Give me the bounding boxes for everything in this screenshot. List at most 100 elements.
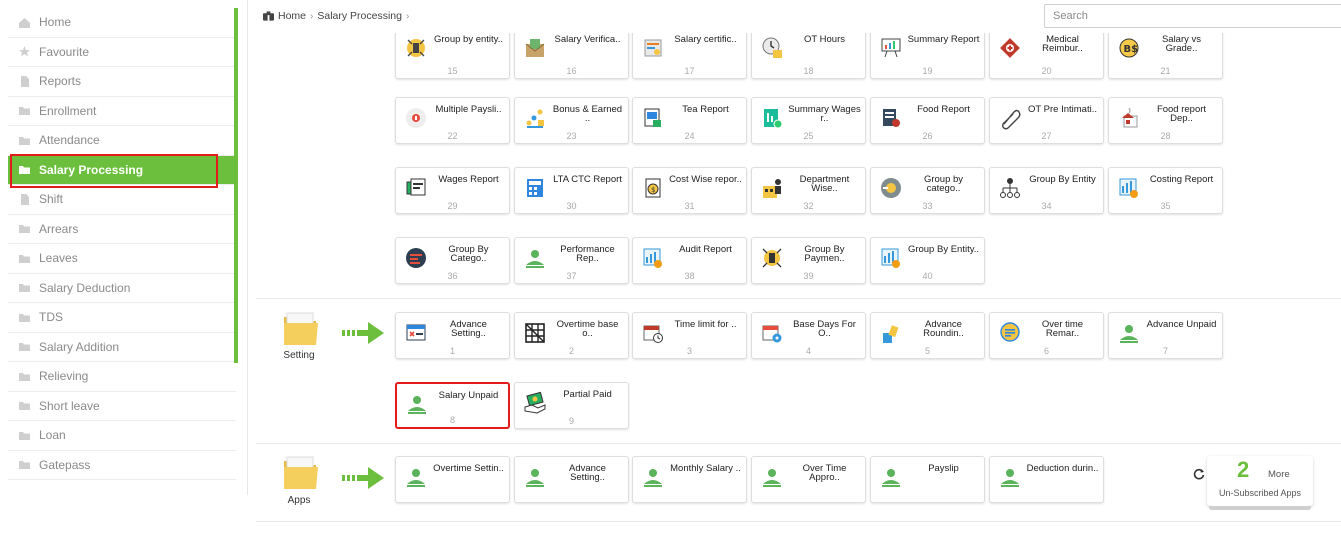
tile-number: 33 bbox=[922, 201, 933, 211]
folder-icon bbox=[19, 343, 30, 352]
tile-group-by-entity[interactable]: Group by entity.. 15 bbox=[395, 27, 510, 79]
calendar-gear-icon bbox=[760, 321, 784, 345]
tile-lta-ctc-report[interactable]: LTA CTC Report 30 bbox=[514, 167, 629, 214]
sidebar-item-label: Relieving bbox=[39, 369, 89, 384]
tile-tea-report[interactable]: Tea Report 24 bbox=[632, 97, 747, 144]
sidebar-item-gatepass[interactable]: Gatepass bbox=[8, 451, 236, 480]
tile-number: 7 bbox=[1162, 346, 1168, 356]
tile-number: 30 bbox=[566, 201, 577, 211]
tile-advance-setting[interactable]: Advance Setting.. bbox=[514, 456, 629, 503]
tile-advance-setting[interactable]: Advance Setting.. 1 bbox=[395, 312, 510, 359]
tile-label: Overtime Settin.. bbox=[433, 463, 504, 474]
tile-group-by-paymen[interactable]: Group By Paymen.. 39 bbox=[751, 237, 866, 284]
search-input[interactable] bbox=[1044, 4, 1341, 28]
tile-advance-roundin[interactable]: Advance Roundin.. 5 bbox=[870, 312, 985, 359]
tile-multiple-paysli[interactable]: Multiple Paysli.. 22 bbox=[395, 97, 510, 144]
tile-partial-paid[interactable]: Partial Paid 9 bbox=[514, 382, 629, 429]
apps-folder-icon[interactable] bbox=[281, 455, 321, 493]
folder-icon bbox=[19, 136, 30, 145]
setting-group-label: Setting bbox=[283, 350, 315, 361]
sidebar-item-reports[interactable]: Reports bbox=[8, 67, 236, 97]
sidebar-item-arrears[interactable]: Arrears bbox=[8, 215, 236, 244]
tile-overtime-settin[interactable]: Overtime Settin.. bbox=[395, 456, 510, 503]
sidebar-item-leaves[interactable]: Leaves bbox=[8, 244, 236, 274]
tile-group-by-catego[interactable]: Group By Catego.. 36 bbox=[395, 237, 510, 284]
tile-label: Tea Report bbox=[682, 104, 729, 115]
tile-number: 22 bbox=[447, 131, 458, 141]
tile-monthly-salary[interactable]: Monthly Salary .. bbox=[632, 456, 747, 503]
tile-number: 24 bbox=[684, 131, 695, 141]
tile-label: Base Days For O.. bbox=[793, 319, 856, 339]
breadcrumb-home[interactable]: Home bbox=[278, 10, 306, 22]
tile-wages-report[interactable]: Wages Report 29 bbox=[395, 167, 510, 214]
sidebar-item-salary-deduction[interactable]: Salary Deduction bbox=[8, 274, 236, 303]
home-icon[interactable] bbox=[263, 11, 274, 21]
tile-number: 32 bbox=[803, 201, 814, 211]
tile-salary-unpaid[interactable]: Salary Unpaid 8 bbox=[395, 382, 510, 429]
sidebar-item-relieving[interactable]: Relieving bbox=[8, 362, 236, 392]
sidebar-item-short-leave[interactable]: Short leave bbox=[8, 392, 236, 421]
sidebar-item-salary-addition[interactable]: Salary Addition bbox=[8, 333, 236, 362]
tile-number: 20 bbox=[1041, 66, 1052, 76]
tile-advance-unpaid[interactable]: Advance Unpaid 7 bbox=[1108, 312, 1223, 359]
sidebar-item-enrollment[interactable]: Enrollment bbox=[8, 97, 236, 126]
tile-summary-report[interactable]: Summary Report 19 bbox=[870, 27, 985, 79]
tile-audit-report[interactable]: Audit Report 38 bbox=[632, 237, 747, 284]
sidebar-item-favourite[interactable]: Favourite bbox=[8, 38, 236, 67]
sidebar-item-attendance[interactable]: Attendance bbox=[8, 126, 236, 156]
tile-number: 6 bbox=[1043, 346, 1049, 356]
sidebar-item-label: Favourite bbox=[39, 44, 90, 59]
tile-payslip[interactable]: Payslip bbox=[870, 456, 985, 503]
tile-label: Deduction durin.. bbox=[1026, 463, 1099, 474]
tile-department-wise[interactable]: Department Wise.. 32 bbox=[751, 167, 866, 214]
tile-salary-vs-grade[interactable]: B$ Salary vs Grade.. 21 bbox=[1108, 27, 1223, 79]
tile-deduction-durin[interactable]: Deduction durin.. bbox=[989, 456, 1104, 503]
tile-over-time-remar[interactable]: Over time Remar.. 6 bbox=[989, 312, 1104, 359]
tile-medical-reimbur[interactable]: Medical Reimbur.. 20 bbox=[989, 27, 1104, 79]
person-icon bbox=[523, 246, 547, 270]
tile-number: 8 bbox=[449, 415, 455, 425]
setting-folder-icon[interactable] bbox=[281, 311, 321, 349]
tile-overtime-base-o[interactable]: Overtime base o.. 2 bbox=[514, 312, 629, 359]
tile-label: Food report Dep.. bbox=[1156, 104, 1207, 124]
tile-group-by-catego[interactable]: Group by catego.. 33 bbox=[870, 167, 985, 214]
tile-number: 29 bbox=[447, 201, 458, 211]
wages-summary-icon bbox=[760, 106, 784, 130]
more-apps-card[interactable]: 2 More Un-Subscribed Apps bbox=[1207, 456, 1313, 510]
tile-label: Over time Remar.. bbox=[1041, 319, 1084, 339]
sidebar-item-home[interactable]: Home bbox=[8, 8, 236, 38]
tile-label: Advance Unpaid bbox=[1146, 319, 1217, 330]
sidebar-item-shift[interactable]: Shift bbox=[8, 185, 236, 215]
cost-icon: $ bbox=[641, 176, 665, 200]
tile-ot-hours[interactable]: OT Hours 18 bbox=[751, 27, 866, 79]
tile-salary-verifica[interactable]: Salary Verifica.. 16 bbox=[514, 27, 629, 79]
tile-bonus-earned[interactable]: Bonus & Earned .. 23 bbox=[514, 97, 629, 144]
tile-base-days-for-o[interactable]: Base Days For O.. 4 bbox=[751, 312, 866, 359]
sidebar-item-loan[interactable]: Loan bbox=[8, 421, 236, 451]
tile-salary-certific[interactable]: Salary certific.. 17 bbox=[632, 27, 747, 79]
tile-food-report[interactable]: Food Report 26 bbox=[870, 97, 985, 144]
tile-performance-rep[interactable]: Performance Rep.. 37 bbox=[514, 237, 629, 284]
app-root: Home Favourite Reports Enrollment Attendance… bbox=[0, 0, 1341, 534]
tile-summary-wages-r[interactable]: Summary Wages r.. 25 bbox=[751, 97, 866, 144]
arrow-right-icon bbox=[342, 467, 384, 489]
tile-time-limit-for[interactable]: Time limit for .. 3 bbox=[632, 312, 747, 359]
tile-cost-wise-repor[interactable]: $ Cost Wise repor.. 31 bbox=[632, 167, 747, 214]
money-hand-icon bbox=[523, 391, 547, 415]
breadcrumb-current[interactable]: Salary Processing bbox=[317, 10, 402, 22]
tile-group-by-entity[interactable]: Group By Entity 34 bbox=[989, 167, 1104, 214]
food-dept-icon bbox=[1117, 106, 1141, 130]
tile-number: 3 bbox=[686, 346, 692, 356]
tile-costing-report[interactable]: Costing Report 35 bbox=[1108, 167, 1223, 214]
tile-food-report-dep[interactable]: Food report Dep.. 28 bbox=[1108, 97, 1223, 144]
sidebar-item-tds[interactable]: TDS bbox=[8, 303, 236, 333]
payment-group-icon bbox=[760, 246, 784, 270]
tile-number: 15 bbox=[447, 66, 458, 76]
refresh-icon[interactable] bbox=[1193, 468, 1205, 480]
tile-label: Summary Wages r.. bbox=[788, 104, 861, 124]
sidebar-item-salary-processing[interactable]: Salary Processing bbox=[8, 153, 236, 187]
tile-over-time-appro[interactable]: Over Time Appro.. bbox=[751, 456, 866, 503]
tile-ot-pre-intimati[interactable]: OT Pre Intimati.. 27 bbox=[989, 97, 1104, 144]
sidebar-item-label: Short leave bbox=[39, 398, 100, 413]
tile-group-by-entity[interactable]: Group By Entity.. 40 bbox=[870, 237, 985, 284]
